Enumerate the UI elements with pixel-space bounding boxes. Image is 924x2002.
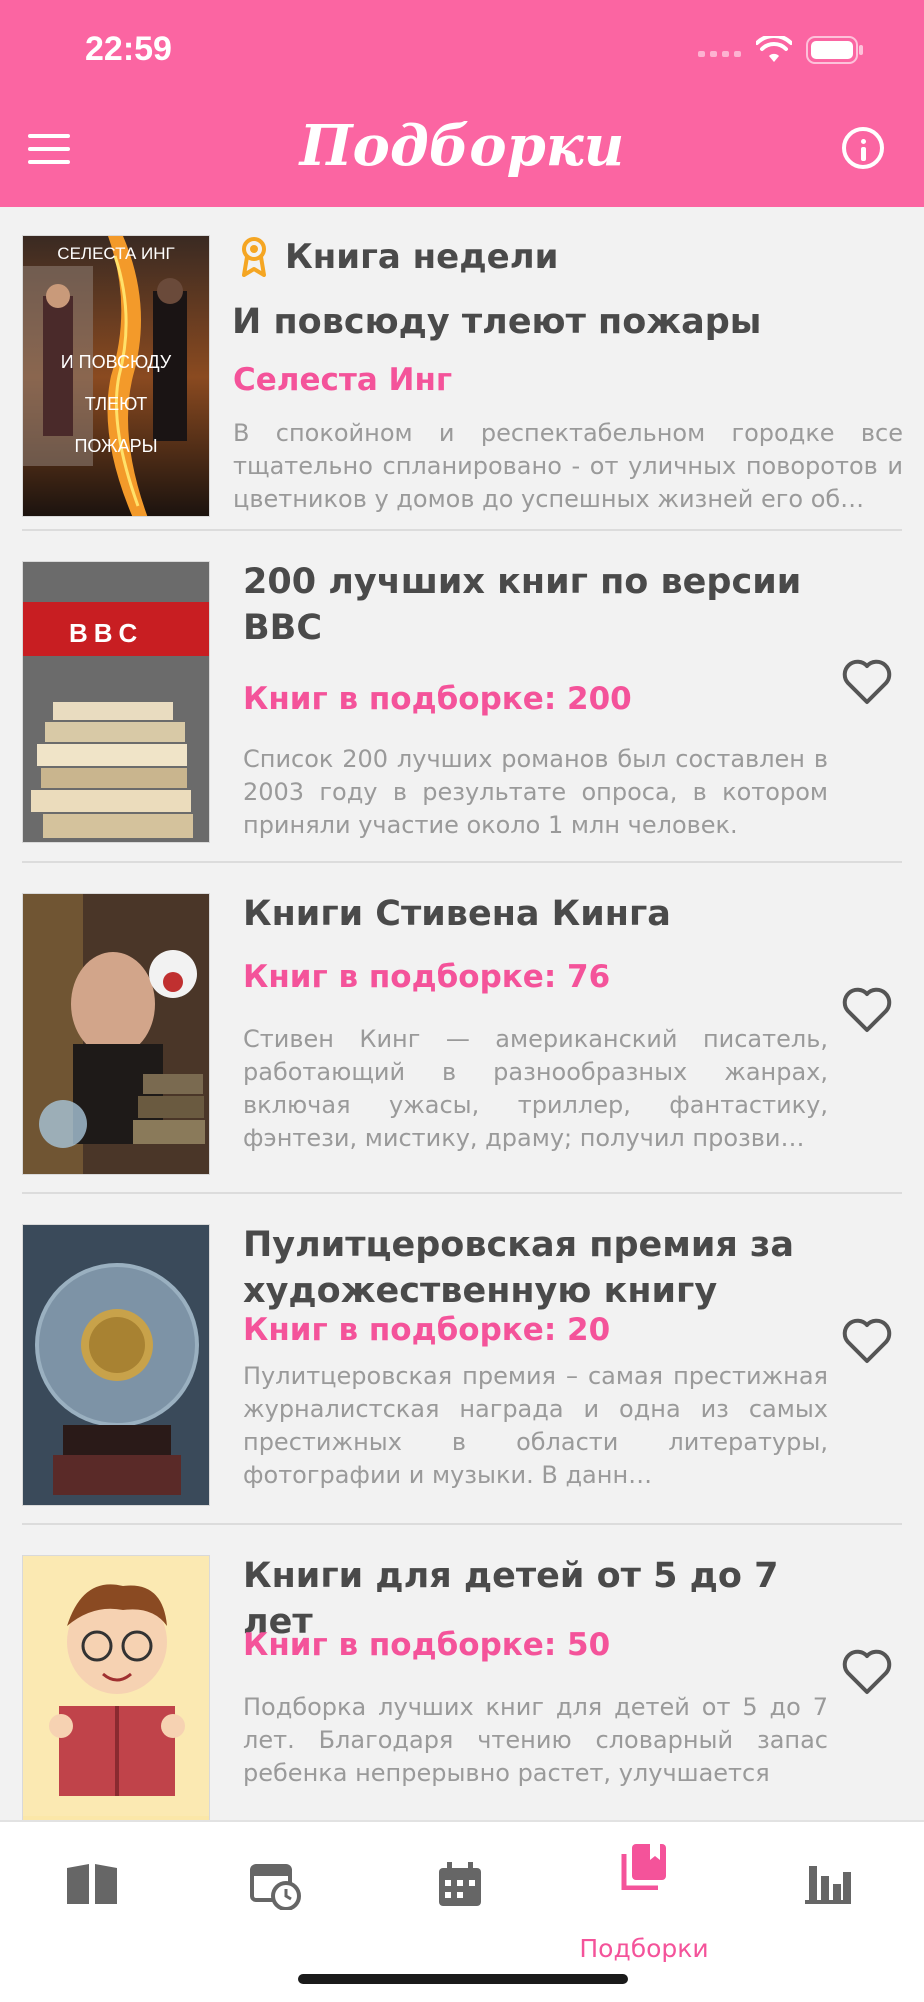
tab-collections[interactable]: Подборки xyxy=(552,1822,736,1963)
collection-count: Книг в подборке: 50 xyxy=(243,1627,611,1663)
collection-cover: BBC xyxy=(22,561,210,843)
collection-count: Книг в подборке: 76 xyxy=(243,959,611,995)
book-author: Селеста Инг xyxy=(233,362,453,398)
collection-card[interactable]: Книги для детей от 5 до 7 лет Книг в под… xyxy=(0,1525,924,1837)
book-description: В спокойном и респектабельном городке вс… xyxy=(233,419,903,513)
top-bar: 22:59 Подборки xyxy=(0,0,924,207)
award-icon xyxy=(242,237,266,277)
home-indicator xyxy=(298,1974,628,1984)
signal-icon xyxy=(698,51,741,57)
tab-statistics[interactable] xyxy=(736,1822,920,1962)
book-of-week-card[interactable]: СЕЛЕСТА ИНГ И ПОВСЮДУ ТЛЕЮТ ПОЖАРЫ Книга… xyxy=(0,207,924,527)
status-icons xyxy=(698,36,864,64)
collection-count: Книг в подборке: 20 xyxy=(243,1312,611,1348)
book-icon xyxy=(67,1864,117,1904)
collection-card[interactable]: BBC 200 лучших книг по версии BBC Книг в… xyxy=(0,531,924,861)
tab-calendar[interactable] xyxy=(368,1822,552,1962)
collection-description: Подборка лучших книг для детей от 5 до 7… xyxy=(243,1693,828,1787)
collection-card[interactable]: Книги Стивена Кинга Книг в подборке: 76 … xyxy=(0,863,924,1193)
collection-description: Стивен Кинг — американский писатель, раб… xyxy=(243,1025,828,1152)
heart-icon[interactable] xyxy=(840,657,894,707)
tab-label-collections: Подборки xyxy=(579,1934,709,1963)
stats-icon xyxy=(805,1866,851,1904)
collection-cover xyxy=(22,1555,210,1837)
schedule-icon xyxy=(250,1864,301,1910)
cover-title: И ПОВСЮДУ ТЛЕЮТ ПОЖАРЫ xyxy=(60,352,172,456)
collections-icon xyxy=(621,1844,666,1890)
collection-description: Список 200 лучших романов был составлен … xyxy=(243,745,828,839)
status-time: 22:59 xyxy=(85,30,172,68)
book-title: И повсюду тлеют пожары xyxy=(232,302,762,342)
collection-title: Книги Стивена Кинга xyxy=(243,894,671,934)
heart-icon[interactable] xyxy=(840,1316,894,1366)
collection-cover xyxy=(22,893,210,1175)
wifi-icon xyxy=(756,36,792,62)
collection-count: Книг в подборке: 200 xyxy=(243,681,632,717)
bbc-logo: BBC xyxy=(69,618,144,648)
cover-author: СЕЛЕСТА ИНГ xyxy=(57,244,175,263)
collection-description: Пулитцеровская премия – самая престижная… xyxy=(243,1362,828,1489)
heart-icon[interactable] xyxy=(840,1647,894,1697)
collection-cover xyxy=(22,1224,210,1506)
calendar-icon xyxy=(439,1862,481,1906)
collection-title: Пулитцеровская премия за художественную … xyxy=(243,1225,794,1311)
tab-library[interactable] xyxy=(0,1822,184,1962)
page-title: Подборки xyxy=(299,113,625,179)
collection-card[interactable]: Пулитцеровская премия за художественную … xyxy=(0,1194,924,1524)
book-of-week-badge: Книга недели xyxy=(285,237,559,277)
heart-icon[interactable] xyxy=(840,985,894,1035)
info-icon[interactable] xyxy=(842,127,884,169)
tab-schedule[interactable] xyxy=(184,1822,368,1962)
tab-bar: Подборки xyxy=(0,1820,924,2002)
battery-icon xyxy=(806,36,863,64)
book-cover: СЕЛЕСТА ИНГ И ПОВСЮДУ ТЛЕЮТ ПОЖАРЫ xyxy=(22,235,210,517)
collection-title: 200 лучших книг по версии BBC xyxy=(243,562,802,648)
